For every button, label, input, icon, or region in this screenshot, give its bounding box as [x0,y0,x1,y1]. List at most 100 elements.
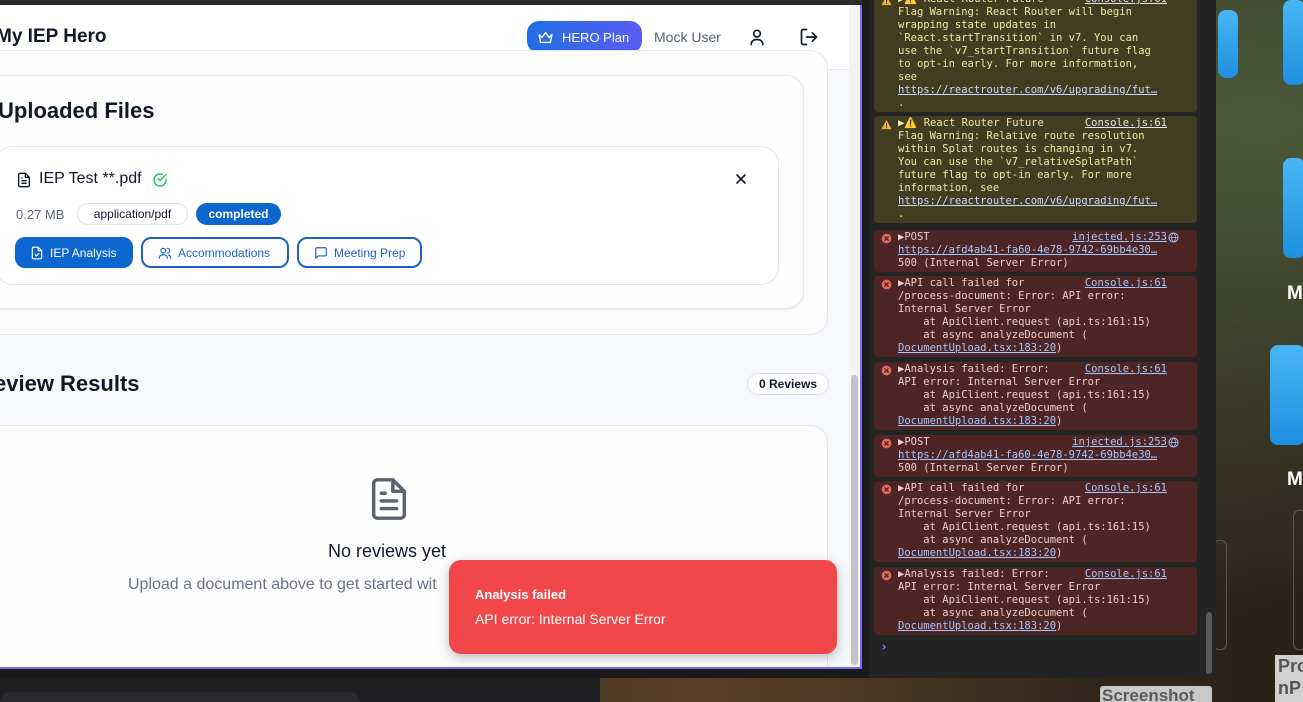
desktop-folder-icon[interactable] [1218,10,1238,78]
iep-analysis-label: IEP Analysis [50,245,117,260]
console-link[interactable]: DocumentUpload.tsx:183:20 [898,547,1056,559]
console-source-link[interactable]: Console.js:61 [1085,277,1167,290]
console-link[interactable]: https://afd4ab41-fa60-4e78-9742-69bb4e30… [898,244,1157,256]
error-icon [881,233,892,244]
logout-icon[interactable] [799,27,819,47]
console-link-line: https://reactrouter.com/v6/upgrading/fut… [898,195,1197,208]
console-line: Internal Server Error [898,508,1031,520]
console-warn-message[interactable]: Console.js:61▶⚠️ React Router FutureFlag… [874,0,1197,112]
console-link-line: DocumentUpload.tsx:183:20) [898,415,1197,428]
console-line: within Splat routes is changing in v7. [898,143,1139,155]
console-line: 500 (Internal Server Error) [898,257,1069,269]
empty-state-subtitle: Upload a document above to get started w… [128,576,437,593]
console-line: see [898,71,917,83]
desktop-icon-label: M [1287,469,1303,490]
file-size: 0.27 MB [16,207,65,222]
hero-plan-button[interactable]: HERO Plan [527,21,642,53]
console-error-message[interactable]: injected.js:253 ▶POST https://afd4ab41-fa6… [874,435,1197,477]
console-link-line: https://afd4ab41-fa60-4e78-9742-69bb4e30… [898,449,1197,462]
status-badge: completed [196,203,281,225]
toast-title: Analysis failed [475,587,567,602]
accommodations-label: Accommodations [178,245,271,260]
file-name: IEP Test **.pdf [39,170,142,187]
hero-plan-label: HERO Plan [562,29,630,45]
console-line: wrapping state updates in [898,19,1057,31]
console-scrollbar-thumb[interactable] [1206,612,1212,674]
console-source-link[interactable]: Console.js:61 [1085,568,1167,581]
console-link-line: https://afd4ab41-fa60-4e78-9742-69bb4e30… [898,244,1197,257]
console-line: /process-document: Error: API error: [898,290,1126,302]
console-line: at ApiClient.request (api.ts:161:15) [898,389,1151,401]
desktop-folder-icon[interactable] [1283,0,1303,85]
accommodations-button[interactable]: Accommodations [141,237,289,268]
console-prompt[interactable]: › [880,641,888,654]
desktop-folder-icon[interactable] [1283,158,1303,258]
console-line: 500 (Internal Server Error) [898,462,1069,474]
console-link[interactable]: https://reactrouter.com/v6/upgrading/fut… [898,195,1157,207]
desktop-icon-label: M [1287,283,1303,304]
console-link-tail: ) [1056,620,1063,632]
console-error-message[interactable]: Console.js:61 ▶API call failed for/proces… [874,276,1197,357]
network-globe-icon [1168,437,1179,448]
iep-analysis-button[interactable]: IEP Analysis [15,237,133,268]
error-icon [881,438,892,449]
error-icon [881,570,892,581]
console-source-link[interactable]: Console.js:61 [1085,117,1167,130]
console-source-link[interactable]: injected.js:253 [1072,436,1167,449]
console-line: /process-document: Error: API error: [898,495,1126,507]
error-toast[interactable]: Analysis failed API error: Internal Serv… [449,560,837,654]
console-source-link[interactable]: Console.js:61 [1085,363,1167,376]
network-globe-icon [1168,232,1179,243]
console-source-link[interactable]: injected.js:253 [1072,231,1167,244]
console-line: at ApiClient.request (api.ts:161:15) [898,316,1151,328]
uploaded-files-title: Uploaded Files [0,98,155,123]
console-line: . [898,208,905,220]
crown-icon [538,31,553,43]
console-link[interactable]: DocumentUpload.tsx:183:20 [898,342,1056,354]
console-error-message[interactable]: Console.js:61 ▶Analysis failed: Error: API… [874,567,1197,635]
console-link[interactable]: https://reactrouter.com/v6/upgrading/fut… [898,84,1157,96]
console-line: You can use the `v7_relativeSplatPath` [898,156,1139,168]
console-link[interactable]: DocumentUpload.tsx:183:20 [898,415,1056,427]
console-error-message[interactable]: injected.js:253 ▶POST https://afd4ab41-fa6… [874,230,1197,272]
console-line: at ApiClient.request (api.ts:161:15) [898,594,1151,606]
console-error-message[interactable]: Console.js:61 ▶Analysis failed: Error: API… [874,362,1197,430]
users-icon [158,247,172,259]
taskbar-strip [0,676,600,702]
console-warn-message[interactable]: Console.js:61▶⚠️ React Router FutureFlag… [874,116,1197,223]
mime-badge: application/pdf [77,203,188,225]
reviews-count-badge: 0 Reviews [747,373,829,395]
console-line: to opt-in early. For more information, [898,58,1139,70]
console-source-link[interactable]: Console.js:61 [1085,0,1167,6]
console-line: at async analyzeDocument ( [898,329,1088,341]
meeting-prep-button[interactable]: Meeting Prep [297,237,422,268]
console-error-message[interactable]: Console.js:61 ▶API call failed for/proces… [874,481,1197,562]
app-title[interactable]: My IEP Hero [0,26,107,48]
user-name: Mock User [654,29,721,45]
console-link-tail: ) [1056,547,1063,559]
desktop-folder-icon[interactable] [1270,345,1303,445]
console-link[interactable]: DocumentUpload.tsx:183:20 [898,620,1056,632]
page-scrollbar-thumb[interactable] [851,375,858,665]
console-link-line: DocumentUpload.tsx:183:20) [898,342,1197,355]
close-icon[interactable] [733,171,749,187]
console-source-link[interactable]: Console.js:61 [1085,482,1167,495]
console-line: at async analyzeDocument ( [898,607,1088,619]
file-text-icon [18,172,30,188]
console-line: future flag to opt-in early. For more [898,169,1132,181]
document-icon [371,478,407,520]
meeting-prep-label: Meeting Prep [334,245,406,260]
check-circle-icon [153,173,167,187]
console-link-line: DocumentUpload.tsx:183:20) [898,620,1197,633]
console-line: API error: Internal Server Error [898,376,1101,388]
error-icon [881,365,892,376]
console-link-line: https://reactrouter.com/v6/upgrading/fut… [898,84,1197,97]
desktop-side-label: Pro nP [1275,655,1303,702]
error-icon [881,484,892,495]
desktop-window-frame [1293,510,1303,650]
console-link-tail: ) [1056,342,1063,354]
user-icon[interactable] [747,27,767,47]
browser-window: My IEP Hero HERO Plan Mock User Uploaded… [0,0,869,678]
console-line: at ApiClient.request (api.ts:161:15) [898,521,1151,533]
console-link[interactable]: https://afd4ab41-fa60-4e78-9742-69bb4e30… [898,449,1157,461]
